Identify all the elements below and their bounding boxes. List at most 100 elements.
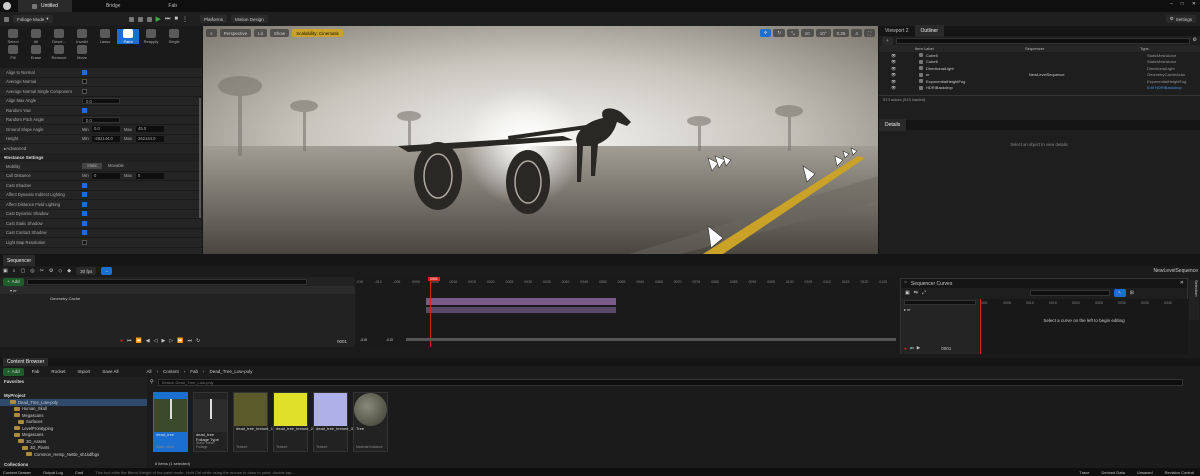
- asset-tile[interactable]: Tree Material Instance: [353, 392, 388, 452]
- tool-lasso[interactable]: Lasso: [94, 29, 116, 44]
- tab-viewport-2[interactable]: Viewport 2: [879, 25, 915, 37]
- render-icon[interactable]: ◎: [30, 268, 34, 274]
- outliner-row[interactable]: 👁 HDRIBackdrop Edit HDRIBackdrop: [879, 85, 1200, 92]
- folder-item[interactable]: Common_Hemp_Nettle_sh1kdfbgs: [0, 451, 147, 458]
- prop-min-input[interactable]: -262144.0: [92, 135, 120, 142]
- save-all-button[interactable]: Save All: [98, 368, 122, 376]
- skip-icon[interactable]: ⏭: [165, 16, 170, 23]
- visibility-icon[interactable]: 👁: [891, 79, 896, 84]
- level-viewport[interactable]: ≡ Perspective Lit Show Scalability: Cine…: [203, 26, 878, 254]
- playhead[interactable]: [430, 277, 431, 347]
- import-button[interactable]: Import: [73, 368, 94, 376]
- tool-select[interactable]: Select: [2, 29, 24, 44]
- stop-icon[interactable]: ■: [174, 16, 178, 22]
- collections-section[interactable]: Collections: [0, 460, 147, 468]
- col-sequencer[interactable]: Sequencer: [1025, 46, 1140, 51]
- prop-checkbox[interactable]: [82, 107, 87, 113]
- camera-icon[interactable]: ▢: [21, 268, 26, 274]
- selection-tab[interactable]: Selection: [1189, 280, 1199, 320]
- close-icon[interactable]: ✕: [1180, 281, 1184, 286]
- rotate-icon[interactable]: ↻: [773, 29, 786, 37]
- save-curve-icon[interactable]: ▣: [905, 290, 910, 296]
- prop-checkbox[interactable]: [82, 220, 87, 226]
- outliner-search-input[interactable]: [895, 37, 1190, 44]
- motion-design-button[interactable]: Motion Design: [230, 15, 268, 23]
- scale-icon[interactable]: ⤡: [787, 29, 799, 37]
- actions-icon[interactable]: ✂: [40, 268, 44, 274]
- tool-move[interactable]: Move: [71, 45, 93, 60]
- tab-content-browser[interactable]: Content Browser: [3, 358, 49, 366]
- mode-dropdown[interactable]: Foliage Mode ▾: [13, 15, 53, 23]
- derived-data-button[interactable]: Derived Data: [1102, 470, 1125, 475]
- section-bar-2[interactable]: [426, 307, 616, 313]
- lit-button[interactable]: Lit: [254, 29, 267, 37]
- play-icon[interactable]: ▶: [162, 338, 166, 344]
- cull-max-input[interactable]: 0: [136, 172, 164, 179]
- section-bar[interactable]: [426, 298, 616, 305]
- tool-single[interactable]: Single: [163, 29, 185, 44]
- add-track-button[interactable]: + Add: [3, 277, 24, 286]
- platforms-button[interactable]: Platforms: [199, 15, 227, 23]
- minimize-icon[interactable]: –: [1170, 2, 1173, 7]
- track-geometry-cache[interactable]: Geometry Cache: [50, 296, 80, 301]
- prop-checkbox[interactable]: [82, 88, 87, 94]
- play-icon[interactable]: ▶: [156, 16, 161, 23]
- prev-frame-icon[interactable]: ◀: [146, 338, 150, 344]
- prev-key-icon[interactable]: ⏪: [136, 338, 142, 344]
- visibility-icon[interactable]: 👁: [891, 85, 896, 90]
- current-frame[interactable]: 0001: [337, 339, 347, 344]
- unreal-logo-icon[interactable]: [3, 2, 11, 10]
- prop-checkbox[interactable]: [82, 211, 87, 217]
- add-button[interactable]: + Add: [3, 367, 24, 376]
- prop-checkbox[interactable]: [82, 69, 87, 75]
- cinematics-icon[interactable]: [137, 16, 143, 22]
- tab-outliner[interactable]: Outliner: [914, 25, 945, 37]
- asset-tile[interactable]: dead_tree_texture_3 Texture: [313, 392, 353, 452]
- go-start-icon[interactable]: ⏮: [910, 346, 914, 351]
- record-icon[interactable]: ●: [120, 338, 123, 344]
- breadcrumb-content[interactable]: Content: [163, 369, 179, 374]
- view-mode-icon[interactable]: ⇆: [914, 290, 918, 296]
- breadcrumb-fab[interactable]: Fab: [190, 369, 198, 374]
- save-icon[interactable]: [4, 16, 9, 22]
- tool-all[interactable]: All: [25, 29, 47, 44]
- tab-sequencer-curves[interactable]: Sequencer Curves: [911, 281, 952, 287]
- prop-value-input[interactable]: 0.0: [82, 97, 120, 104]
- save-sequence-icon[interactable]: ▣: [3, 268, 8, 274]
- snap-icon[interactable]: ◇: [58, 268, 62, 274]
- current-frame[interactable]: 0001: [941, 346, 951, 351]
- timeline-scroll[interactable]: [406, 338, 896, 341]
- details-scrollbar[interactable]: [199, 98, 201, 218]
- unsaved-button[interactable]: Unsaved: [1137, 470, 1153, 475]
- asset-tile[interactable]: dead_tree Foliage Type Static Mesh Foliag…: [193, 392, 228, 452]
- favorites-section[interactable]: Favorites: [0, 377, 147, 385]
- visibility-icon[interactable]: 👁: [891, 53, 896, 58]
- tab-details[interactable]: Details: [879, 119, 907, 131]
- record-icon[interactable]: ●: [904, 346, 907, 351]
- tab-sequencer[interactable]: Sequencer: [3, 255, 36, 266]
- prop-checkbox[interactable]: [82, 201, 87, 207]
- translate-icon[interactable]: ✥: [759, 29, 772, 37]
- go-end-icon[interactable]: ⏭: [187, 338, 192, 344]
- tool-remove[interactable]: Remove: [48, 45, 70, 60]
- tab-untitled[interactable]: Untitled: [18, 0, 72, 12]
- track-search-input[interactable]: [26, 278, 307, 285]
- fab-button[interactable]: Fab: [28, 368, 44, 376]
- fps-dropdown[interactable]: 30 fps: [76, 267, 97, 275]
- rocket-button[interactable]: Rocket: [47, 368, 69, 376]
- scalability-badge[interactable]: Scalability: Cinematic: [292, 29, 343, 37]
- project-section[interactable]: MyProject: [0, 391, 147, 399]
- maximize-icon[interactable]: □: [1181, 2, 1184, 7]
- transform-tool-icon[interactable]: ⊞: [1130, 290, 1134, 296]
- cull-min-input[interactable]: 0: [92, 172, 120, 179]
- filter-icon[interactable]: ⚲: [150, 380, 154, 385]
- tool-reapply[interactable]: Reapply: [140, 29, 162, 44]
- show-button[interactable]: Show: [269, 29, 290, 37]
- camera-speed-button[interactable]: 4: [851, 29, 862, 37]
- tool-fill[interactable]: Fill: [2, 45, 24, 60]
- more-icon[interactable]: ⋮: [182, 16, 188, 23]
- prop-value-input[interactable]: 0.0: [82, 116, 120, 123]
- output-log-button[interactable]: Output Log: [43, 470, 63, 475]
- search-icon[interactable]: ⌕: [13, 268, 16, 274]
- prop-checkbox[interactable]: [82, 230, 87, 236]
